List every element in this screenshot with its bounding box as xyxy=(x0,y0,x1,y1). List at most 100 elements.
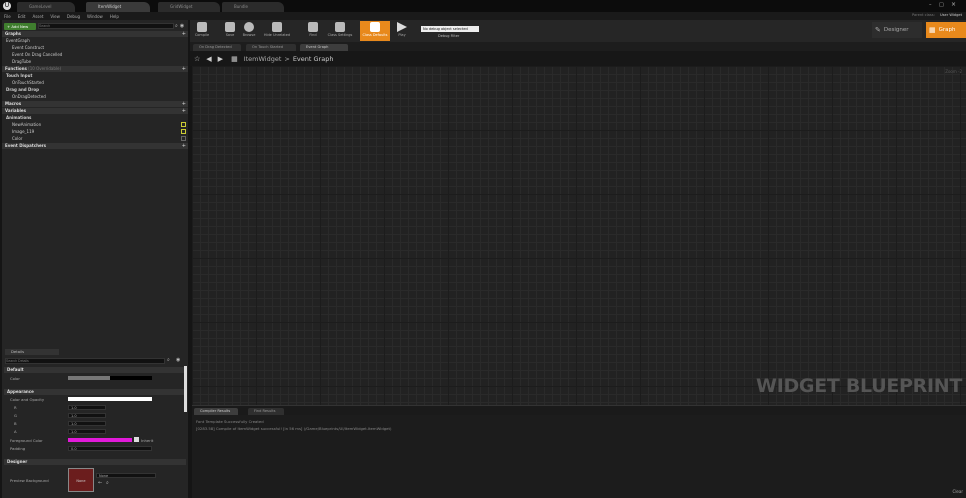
favorite-star-icon[interactable]: ☆ xyxy=(194,55,200,63)
zoom-level: Zoom -2 xyxy=(945,69,962,74)
results-panel: Compiler Results Find Results Font Templ… xyxy=(192,405,966,498)
view-options-icon[interactable]: ◉ xyxy=(176,357,180,363)
find-button[interactable]: Find xyxy=(304,21,322,41)
play-icon xyxy=(397,22,407,32)
function-item[interactable]: OnDragDetected xyxy=(2,93,188,100)
blueprint-search-input[interactable] xyxy=(38,23,174,29)
animation-item[interactable]: Color xyxy=(2,135,188,142)
channel-a-field[interactable]: 1.0 xyxy=(68,429,106,434)
event-graph-item[interactable]: EventGraph xyxy=(2,37,188,44)
channel-r-field[interactable]: 1.0 xyxy=(68,405,106,410)
padding-field[interactable]: 0.0 xyxy=(68,446,152,451)
search-icon[interactable]: ⌕ xyxy=(175,23,178,29)
menu-asset[interactable]: Asset xyxy=(32,14,43,19)
close-button[interactable]: × xyxy=(951,1,956,8)
maximize-button[interactable]: □ xyxy=(939,2,944,8)
forward-arrow-icon[interactable]: ▶ xyxy=(218,55,223,63)
compile-button[interactable]: Compile xyxy=(193,21,211,41)
class-settings-icon xyxy=(335,22,345,32)
event-item[interactable]: DragTube xyxy=(2,58,188,65)
menu-debug[interactable]: Debug xyxy=(67,14,80,19)
checkbox-icon[interactable] xyxy=(181,122,186,127)
animations-category[interactable]: Animations xyxy=(2,114,188,121)
hide-unrelated-icon xyxy=(272,22,282,32)
class-defaults-button[interactable]: Class Defaults xyxy=(360,21,390,41)
menu-bar: File Edit Asset View Debug Window Help P… xyxy=(0,12,966,20)
color-swatch[interactable] xyxy=(68,376,152,380)
foreground-color-swatch[interactable] xyxy=(68,438,132,442)
breadcrumb-graph: Event Graph xyxy=(292,54,334,63)
save-button[interactable]: Save xyxy=(221,21,239,41)
appearance-section-header[interactable]: Appearance xyxy=(4,389,186,395)
menu-edit[interactable]: Edit xyxy=(18,14,26,19)
menu-help[interactable]: Help xyxy=(110,14,119,19)
channel-a-label: A xyxy=(14,429,17,434)
add-new-button[interactable]: + Add New xyxy=(4,22,36,30)
graph-mode-button[interactable]: ▦ Graph xyxy=(926,22,966,38)
window-tab-itemwidget[interactable]: ItemWidget xyxy=(86,2,150,12)
unreal-logo-icon: U xyxy=(3,2,11,10)
color-opacity-label: Color and Opacity xyxy=(10,397,45,402)
class-settings-button[interactable]: Class Settings xyxy=(325,21,355,41)
breadcrumb-widget[interactable]: ItemWidget xyxy=(244,55,282,63)
tab-event-graph[interactable]: Event Graph xyxy=(300,44,348,51)
checkbox-icon[interactable] xyxy=(181,129,186,134)
inherit-label: Inherit xyxy=(141,438,154,443)
padding-label: Padding xyxy=(10,446,26,451)
search-icon[interactable]: ⌕ xyxy=(106,480,109,486)
find-icon xyxy=(308,22,318,32)
search-icon[interactable]: ⌕ xyxy=(167,357,170,363)
event-graph-canvas[interactable]: Zoom -2 WIDGET BLUEPRINT xyxy=(192,66,966,405)
touch-input-category[interactable]: Touch Input xyxy=(2,72,188,79)
preview-background-select[interactable]: None xyxy=(96,473,156,478)
designer-mode-button[interactable]: ✎ Designer xyxy=(872,22,922,38)
channel-b-label: B xyxy=(14,421,17,426)
preview-background-label: Preview Background xyxy=(10,478,49,483)
debug-object-select[interactable]: No debug object selected xyxy=(421,26,479,32)
graph-icon: ▦ xyxy=(929,26,936,34)
hide-unrelated-button[interactable]: Hide Unrelated xyxy=(262,21,292,41)
animation-item[interactable]: Image_119 xyxy=(2,128,188,135)
back-arrow-icon[interactable]: ◀ xyxy=(206,55,211,63)
event-item[interactable]: Event On Drag Cancelled xyxy=(2,51,188,58)
view-options-icon[interactable]: ◉ xyxy=(180,23,184,29)
menu-window[interactable]: Window xyxy=(87,14,103,19)
color-opacity-swatch[interactable] xyxy=(68,397,152,401)
drag-drop-category[interactable]: Drag and Drop xyxy=(2,86,188,93)
channel-b-field[interactable]: 1.0 xyxy=(68,421,106,426)
designer-icon: ✎ xyxy=(875,26,881,34)
details-scrollbar[interactable] xyxy=(184,366,187,412)
play-button[interactable]: Play xyxy=(393,21,411,41)
window-tab-gamelevel[interactable]: GameLevel xyxy=(17,2,75,12)
channel-g-field[interactable]: 1.0 xyxy=(68,413,106,418)
add-dispatcher-icon[interactable]: + xyxy=(182,143,186,149)
designer-section-header[interactable]: Designer xyxy=(4,459,186,465)
function-item[interactable]: OnTouchStarted xyxy=(2,79,188,86)
breadcrumb: ☆ ◀ ▶ ▦ ItemWidget > Event Graph xyxy=(190,51,966,66)
event-item[interactable]: Event Construct xyxy=(2,44,188,51)
tab-on-drag-detected[interactable]: On Drag Detected xyxy=(193,44,241,51)
menu-view[interactable]: View xyxy=(50,14,60,19)
preview-background-swatch[interactable]: None xyxy=(68,468,94,492)
details-panel: Details ⌕ ◉ Default Color Appearance Col… xyxy=(2,348,188,498)
details-search-input[interactable] xyxy=(5,358,165,364)
menu-file[interactable]: File xyxy=(4,14,11,19)
tab-on-touch-started[interactable]: On Touch Started xyxy=(246,44,296,51)
minimize-button[interactable]: – xyxy=(929,2,932,8)
details-tab[interactable]: Details xyxy=(5,349,59,355)
clear-button[interactable]: Clear xyxy=(953,489,963,494)
arrow-left-icon[interactable]: ← xyxy=(98,480,102,486)
window-tab-bundle[interactable]: Bundle xyxy=(222,2,284,12)
macros-section-header[interactable]: Macros + xyxy=(2,101,188,107)
add-macro-icon[interactable]: + xyxy=(182,101,186,107)
dispatchers-section-header[interactable]: Event Dispatchers + xyxy=(2,143,188,149)
inherit-checkbox[interactable] xyxy=(134,437,139,442)
tab-compiler-results[interactable]: Compiler Results xyxy=(194,408,238,415)
browse-button[interactable]: Browse xyxy=(240,21,258,41)
animation-item[interactable]: NewAnimation xyxy=(2,121,188,128)
default-section-header[interactable]: Default xyxy=(4,367,186,373)
log-line: [0283.58] Compile of ItemWidget successf… xyxy=(196,426,392,431)
checkbox-icon[interactable] xyxy=(181,136,186,141)
window-tab-gridwidget[interactable]: GridWidget xyxy=(158,2,220,12)
tab-find-results[interactable]: Find Results xyxy=(248,408,284,415)
